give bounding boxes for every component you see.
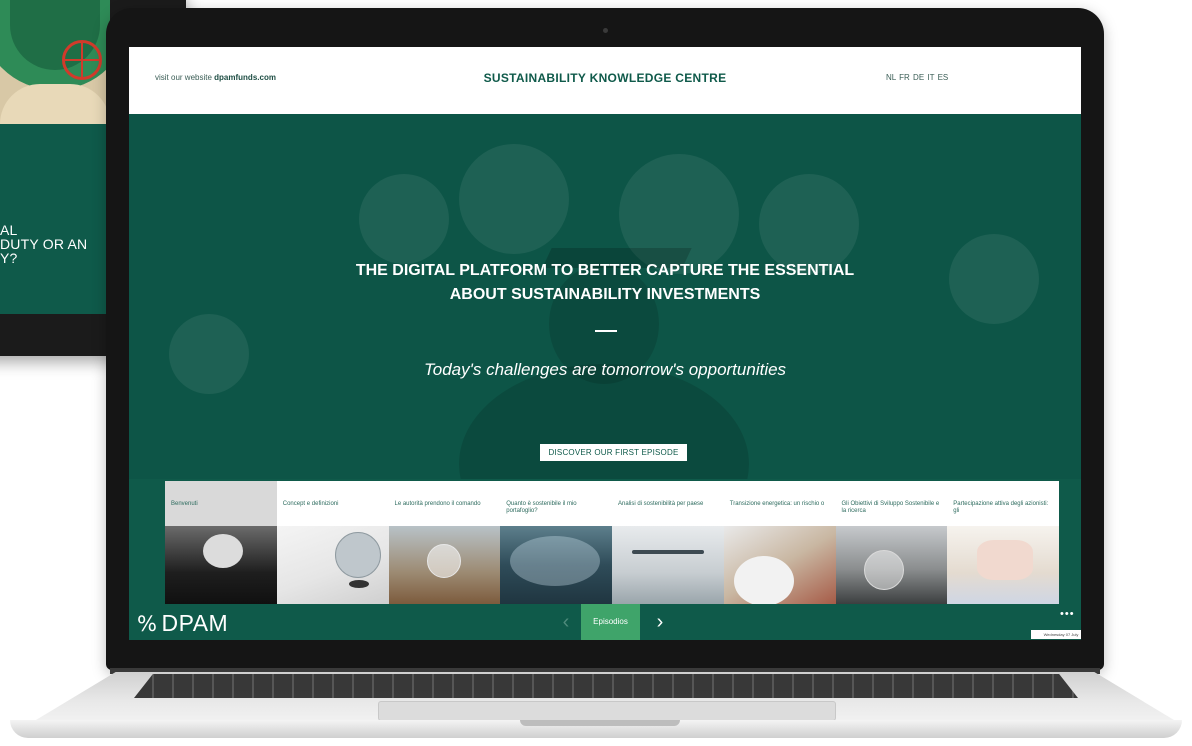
episode-thumbnail — [947, 526, 1059, 604]
episode-title: Analisi di sostenibilità per paese — [618, 501, 704, 507]
episode-card[interactable]: Transizione energetica: un rischio o — [723, 481, 836, 604]
episode-title: Partecipazione attiva degli azionisti: g… — [953, 501, 1049, 514]
hero-title: THE DIGITAL PLATFORM TO BETTER CAPTURE T… — [129, 259, 1081, 307]
hero-title-line: ABOUT SUSTAINABILITY INVESTMENTS — [449, 286, 761, 303]
site-header: visit our website dpamfunds.com SUSTAINA… — [129, 47, 1081, 115]
logo-text: DPAM — [161, 610, 229, 636]
globe-shape — [334, 532, 381, 578]
background-device-line: AL — [0, 222, 18, 238]
episode-title: Transizione energetica: un rischio o — [729, 501, 825, 507]
hero-background-shape — [459, 144, 569, 254]
episode-card[interactable]: Quanto è sostenibile il mio portafoglio? — [500, 481, 612, 604]
episode-title: Quanto è sostenibile il mio portafoglio? — [506, 501, 577, 514]
episode-thumbnail — [612, 526, 724, 604]
episode-thumbnail — [165, 526, 277, 604]
dpam-logo[interactable]: % DPAM — [137, 610, 228, 637]
crystal-ball-shape — [863, 550, 904, 590]
bottom-bar: % DPAM ‹ Episodios › ••• Wednesday 07 Jul… — [129, 604, 1081, 640]
thumbnail-shape — [348, 580, 369, 588]
discover-episode-button[interactable]: DISCOVER OUR FIRST EPISODE — [540, 444, 687, 461]
episodes-list: Benvenuti Concept e definizioni Le autor… — [165, 481, 1059, 604]
episode-card[interactable]: Concept e definizioni — [276, 481, 389, 604]
hero-title-line: THE DIGITAL PLATFORM TO BETTER CAPTURE T… — [355, 262, 855, 279]
illustration-panel — [0, 0, 110, 124]
episode-thumbnail — [835, 526, 948, 604]
episode-thumbnail — [500, 526, 612, 604]
wheel-icon — [62, 40, 102, 80]
hero-background-shape — [169, 314, 249, 394]
episode-card[interactable]: Gli Obiettivi di Sviluppo Sostenibile e … — [835, 481, 948, 604]
episode-title: Le autorità prendono il comando — [394, 501, 481, 507]
chevron-right-icon[interactable]: › — [645, 604, 675, 640]
more-dots-icon[interactable]: ••• — [1060, 608, 1075, 620]
background-device-line: Y? — [0, 250, 18, 266]
episode-thumbnail — [723, 526, 836, 604]
thumbnail-shape — [733, 556, 794, 604]
background-device-line: DUTY OR AN — [0, 236, 88, 252]
episode-thumbnail — [388, 526, 501, 604]
laptop-notch — [520, 720, 680, 726]
hero-banner: THE DIGITAL PLATFORM TO BETTER CAPTURE T… — [129, 114, 1081, 479]
crystal-ball-shape — [426, 544, 461, 578]
hero-background-shape — [359, 174, 449, 264]
laptop-trackpad — [378, 701, 836, 721]
camera-icon — [603, 28, 608, 33]
episode-thumbnail — [276, 526, 389, 604]
date-label: Wednesday 07 July — [1031, 630, 1081, 639]
episode-title: Gli Obiettivi di Sviluppo Sostenibile e … — [841, 501, 940, 514]
dpam-percent-logo-icon: % — [137, 612, 158, 636]
episode-card[interactable]: Analisi di sostenibilità per paese — [612, 481, 724, 604]
laptop-keyboard — [134, 674, 1078, 698]
background-device-text: AL DUTY OR AN Y? — [0, 223, 87, 265]
episodes-strip: Benvenuti Concept e definizioni Le autor… — [129, 479, 1081, 604]
thumbnail-shape — [203, 534, 243, 568]
episode-card[interactable]: Partecipazione attiva degli azionisti: g… — [947, 481, 1059, 604]
episode-title: Concept e definizioni — [282, 501, 339, 507]
chevron-left-icon[interactable]: ‹ — [551, 604, 581, 640]
episode-card[interactable]: Le autorità prendono il comando — [388, 481, 501, 604]
thumbnail-shape — [510, 536, 601, 586]
episode-card[interactable]: Benvenuti — [165, 481, 277, 604]
laptop-screen: visit our website dpamfunds.com SUSTAINA… — [129, 47, 1081, 640]
hero-divider — [595, 330, 617, 332]
thumbnail-shape — [977, 540, 1034, 580]
illustration-hill — [0, 84, 110, 124]
turbine-blade-shape — [632, 550, 704, 554]
current-section-button[interactable]: Episodios — [581, 604, 640, 640]
hero-background-figure — [459, 364, 749, 479]
episode-title: Benvenuti — [171, 501, 198, 507]
hero-tagline: Today's challenges are tomorrow's opport… — [423, 360, 787, 379]
language-selector[interactable]: NL FR DE IT ES — [886, 73, 948, 82]
product-mockup: AL DUTY OR AN Y? visit our website dpamf… — [0, 0, 1192, 746]
